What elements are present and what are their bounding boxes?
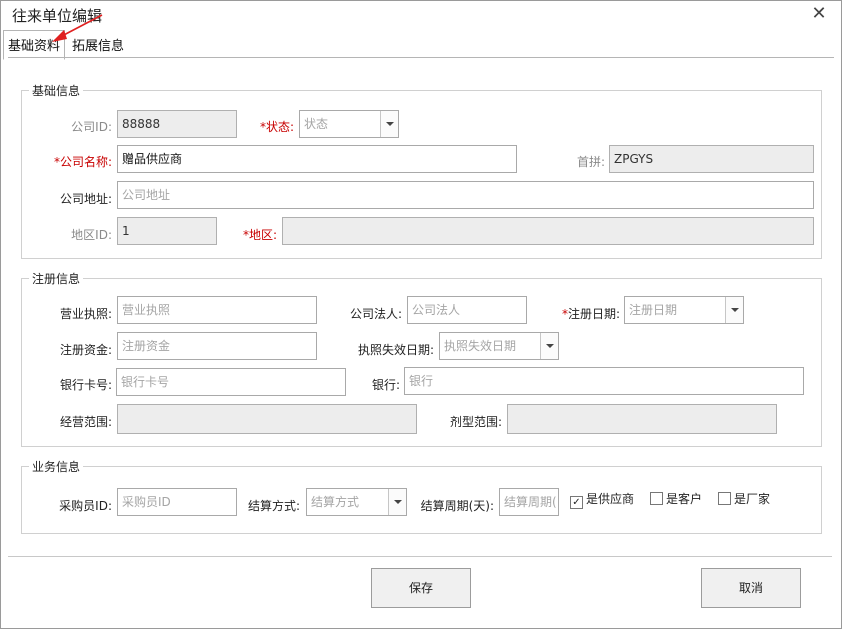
chevron-down-icon[interactable] [725, 297, 743, 323]
dosage-scope-field[interactable] [507, 404, 777, 434]
bank-card-label: 银行卡号: [59, 378, 112, 392]
address-label: 公司地址: [59, 192, 112, 206]
chevron-down-icon[interactable] [380, 111, 398, 137]
bank-card-input[interactable]: 银行卡号 [116, 368, 346, 396]
pinyin-field[interactable]: ZPGYS [609, 145, 814, 173]
settle-period-label: 结算周期(天): [420, 499, 494, 513]
legal-person-input[interactable]: 公司法人 [407, 296, 527, 324]
capital-label: 注册资金: [59, 343, 112, 357]
capital-input[interactable]: 注册资金 [117, 332, 317, 360]
settle-method-dropdown[interactable]: 结算方式 [306, 488, 407, 516]
chevron-down-icon[interactable] [540, 333, 558, 359]
license-expiry-label: 执照失效日期: [357, 343, 434, 357]
company-name-input[interactable]: 赠品供应商 [117, 145, 517, 173]
checkbox-empty-icon [718, 492, 731, 505]
settle-period-input[interactable]: 结算周期( [499, 488, 559, 516]
status-dropdown[interactable]: 状态 [299, 110, 399, 138]
business-scope-label: 经营范围: [59, 415, 112, 429]
bank-input[interactable]: 银行 [404, 367, 804, 395]
save-button[interactable]: 保存 [371, 568, 471, 608]
settle-method-label: 结算方式: [247, 499, 300, 513]
license-expiry-picker[interactable]: 执照失效日期 [439, 332, 559, 360]
group-title-basic: 基础信息 [29, 82, 84, 99]
region-field[interactable] [282, 217, 814, 245]
region-id-label: 地区ID: [71, 228, 112, 242]
tab-divider [8, 57, 834, 58]
annotation-arrow-icon [52, 14, 103, 42]
company-id-label: 公司ID: [71, 120, 112, 134]
legal-person-label: 公司法人: [349, 307, 402, 321]
footer-divider [8, 556, 832, 557]
is-supplier-checkbox[interactable]: ✓ 是供应商 [570, 490, 634, 509]
license-input[interactable]: 营业执照 [117, 296, 317, 324]
close-icon[interactable]: ✕ [810, 4, 828, 24]
company-id-field[interactable]: 88888 [117, 110, 237, 138]
group-title-business: 业务信息 [29, 458, 84, 475]
buyer-id-input[interactable]: 采购员ID [117, 488, 237, 516]
checkbox-empty-icon [650, 492, 663, 505]
group-title-registration: 注册信息 [29, 270, 84, 287]
address-input[interactable]: 公司地址 [117, 181, 814, 209]
dosage-scope-label: 剂型范围: [449, 415, 502, 429]
pinyin-label: 首拼: [576, 155, 605, 169]
region-label: *地区: [242, 228, 277, 242]
cancel-button[interactable]: 取消 [701, 568, 801, 608]
reg-date-label: *注册日期: [561, 307, 620, 321]
status-label: *状态: [259, 120, 294, 134]
is-customer-checkbox[interactable]: 是客户 [650, 490, 702, 507]
chevron-down-icon[interactable] [388, 489, 406, 515]
buyer-id-label: 采购员ID: [59, 499, 112, 513]
checkbox-checked-icon: ✓ [570, 496, 583, 509]
bank-label: 银行: [371, 378, 400, 392]
region-id-field[interactable]: 1 [117, 217, 217, 245]
is-manufacturer-checkbox[interactable]: 是厂家 [718, 490, 770, 507]
business-scope-field[interactable] [117, 404, 417, 434]
license-label: 营业执照: [59, 307, 112, 321]
company-name-label: *公司名称: [53, 155, 112, 169]
reg-date-picker[interactable]: 注册日期 [624, 296, 744, 324]
